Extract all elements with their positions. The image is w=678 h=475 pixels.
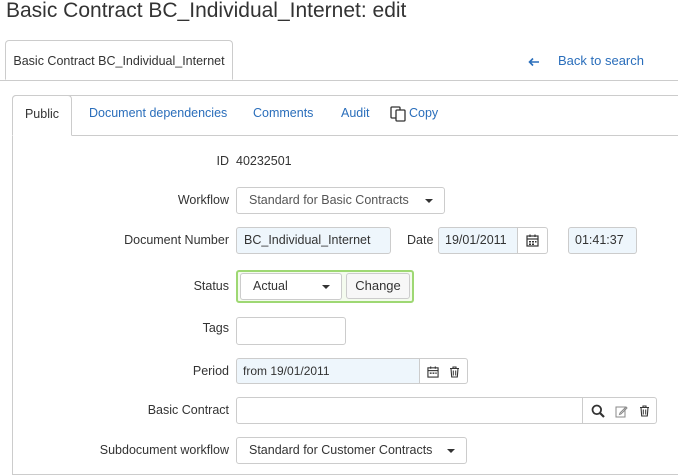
period-actions — [419, 358, 468, 384]
id-value: 40232501 — [236, 154, 292, 168]
subdocument-workflow-select[interactable]: Standard for Customer Contracts — [236, 437, 467, 464]
inner-tab-bar: Public Document dependencies Comments Au… — [12, 95, 678, 136]
time-input[interactable]: 01:41:37 — [568, 227, 637, 254]
document-number-label: Document Number — [124, 233, 229, 247]
tab-copy[interactable]: Copy — [390, 95, 438, 135]
document-number-input[interactable]: BC_Individual_Internet — [236, 227, 391, 254]
status-select[interactable]: Actual — [240, 273, 342, 300]
tab-public[interactable]: Public — [12, 95, 72, 136]
id-label: ID — [216, 154, 230, 168]
tags-label: Tags — [202, 321, 229, 335]
date-input[interactable]: 19/01/2011 — [438, 227, 518, 254]
basic-contract-actions — [582, 397, 657, 424]
period-label: Period — [192, 364, 229, 378]
tab-basic-contract[interactable]: Basic Contract BC_Individual_Internet — [5, 40, 233, 80]
subdocument-workflow-label: Subdocument workflow — [99, 443, 229, 457]
back-to-search-label: Back to search — [558, 53, 644, 68]
basic-contract-input[interactable] — [236, 397, 583, 424]
arrow-left-icon — [528, 53, 540, 68]
tab-document-dependencies[interactable]: Document dependencies — [89, 95, 227, 135]
edit-icon[interactable] — [613, 403, 629, 419]
document-number-value: BC_Individual_Internet — [244, 233, 371, 247]
back-to-search-link[interactable]: Back to search — [528, 53, 644, 68]
calendar-icon — [526, 234, 539, 247]
trash-icon[interactable] — [636, 403, 652, 419]
time-value: 01:41:37 — [575, 233, 624, 247]
workflow-select[interactable]: Standard for Basic Contracts — [236, 187, 445, 214]
workflow-label: Workflow — [177, 193, 229, 207]
search-icon[interactable] — [590, 403, 606, 419]
chevron-down-icon — [447, 449, 455, 453]
period-value: from 19/01/2011 — [243, 364, 330, 378]
date-value: 19/01/2011 — [445, 233, 507, 247]
chevron-down-icon — [425, 199, 433, 203]
workflow-value: Standard for Basic Contracts — [249, 193, 409, 207]
inner-tab-divider — [12, 135, 678, 136]
subdocument-workflow-value: Standard for Customer Contracts — [249, 443, 433, 457]
status-value: Actual — [253, 279, 288, 293]
calendar-icon[interactable] — [425, 364, 440, 379]
trash-icon[interactable] — [447, 364, 462, 379]
tab-audit[interactable]: Audit — [341, 95, 370, 135]
change-status-button[interactable]: Change — [346, 273, 410, 299]
status-label: Status — [193, 279, 229, 293]
basic-contract-label: Basic Contract — [147, 403, 229, 417]
date-label: Date — [407, 233, 434, 247]
page-title: Basic Contract BC_Individual_Internet: e… — [6, 0, 407, 22]
tags-input[interactable] — [236, 317, 346, 345]
tab-comments[interactable]: Comments — [253, 95, 313, 135]
tab-copy-label: Copy — [409, 106, 439, 120]
period-input[interactable]: from 19/01/2011 — [236, 358, 420, 384]
date-picker-button[interactable] — [517, 227, 548, 254]
chevron-down-icon — [322, 285, 330, 289]
copy-icon — [390, 106, 407, 122]
